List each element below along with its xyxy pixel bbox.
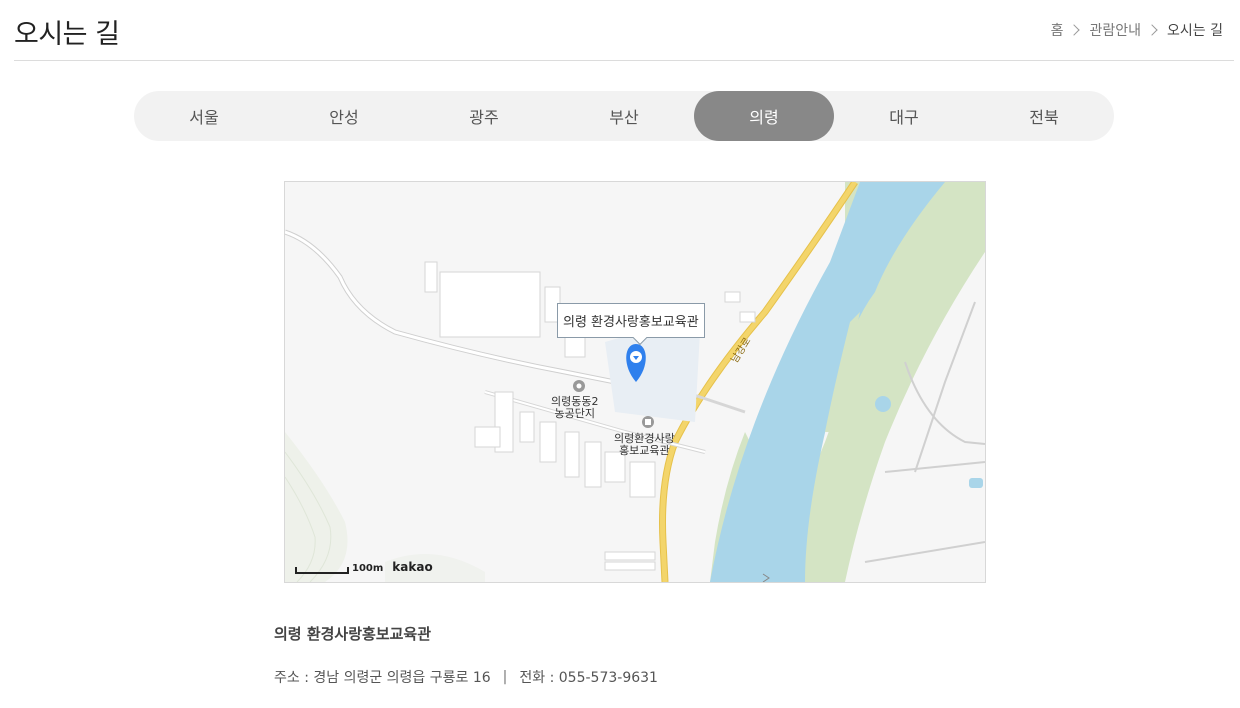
tab-gwangju[interactable]: 광주 xyxy=(414,91,554,141)
page-title: 오시는 길 xyxy=(14,19,120,50)
chevron-right-icon xyxy=(1068,24,1081,36)
breadcrumb: 홈 관람안내 오시는 길 xyxy=(1051,20,1223,40)
scale-text: 100m xyxy=(352,563,384,574)
poi-label-education-center[interactable]: 의령환경사랑 홍보교육관 xyxy=(614,433,675,457)
map-canvas[interactable] xyxy=(285,182,985,582)
info-divider: | xyxy=(502,669,508,685)
phone-text: 전화 : 055-573-9631 xyxy=(519,670,658,686)
poi-label-industrial-complex[interactable]: 의령동동2 농공단지 xyxy=(551,396,598,420)
breadcrumb-home[interactable]: 홈 xyxy=(1051,20,1064,40)
header-divider xyxy=(14,60,1234,61)
map-info-window[interactable]: 의령 환경사랑홍보교육관 xyxy=(557,303,705,338)
tab-jeonbuk[interactable]: 전북 xyxy=(974,91,1114,141)
map-view[interactable]: 의령 환경사랑홍보교육관 의령동동2 농공단지 의령환경사랑 홍보교육관 남강로… xyxy=(284,181,986,583)
tab-busan[interactable]: 부산 xyxy=(554,91,694,141)
map-scale: 100m kakao xyxy=(295,560,433,574)
address-text: 주소 : 경남 의령군 의령읍 구룡로 16 xyxy=(274,670,491,686)
tab-daegu[interactable]: 대구 xyxy=(834,91,974,141)
contact-info: 주소 : 경남 의령군 의령읍 구룡로 16 | 전화 : 055-573-96… xyxy=(274,667,658,687)
kakao-logo[interactable]: kakao xyxy=(392,560,432,574)
tab-uiryeong[interactable]: 의령 xyxy=(694,91,834,141)
tab-anseong[interactable]: 안성 xyxy=(274,91,414,141)
breadcrumb-current: 오시는 길 xyxy=(1167,23,1223,39)
chevron-right-icon xyxy=(1146,24,1158,36)
breadcrumb-visit-guide[interactable]: 관람안내 xyxy=(1089,20,1141,40)
scale-bar xyxy=(295,567,349,574)
place-name: 의령 환경사랑홍보교육관 xyxy=(274,625,432,643)
location-tabs: 서울 안성 광주 부산 의령 대구 전북 xyxy=(134,91,1114,141)
tab-seoul[interactable]: 서울 xyxy=(134,91,274,141)
